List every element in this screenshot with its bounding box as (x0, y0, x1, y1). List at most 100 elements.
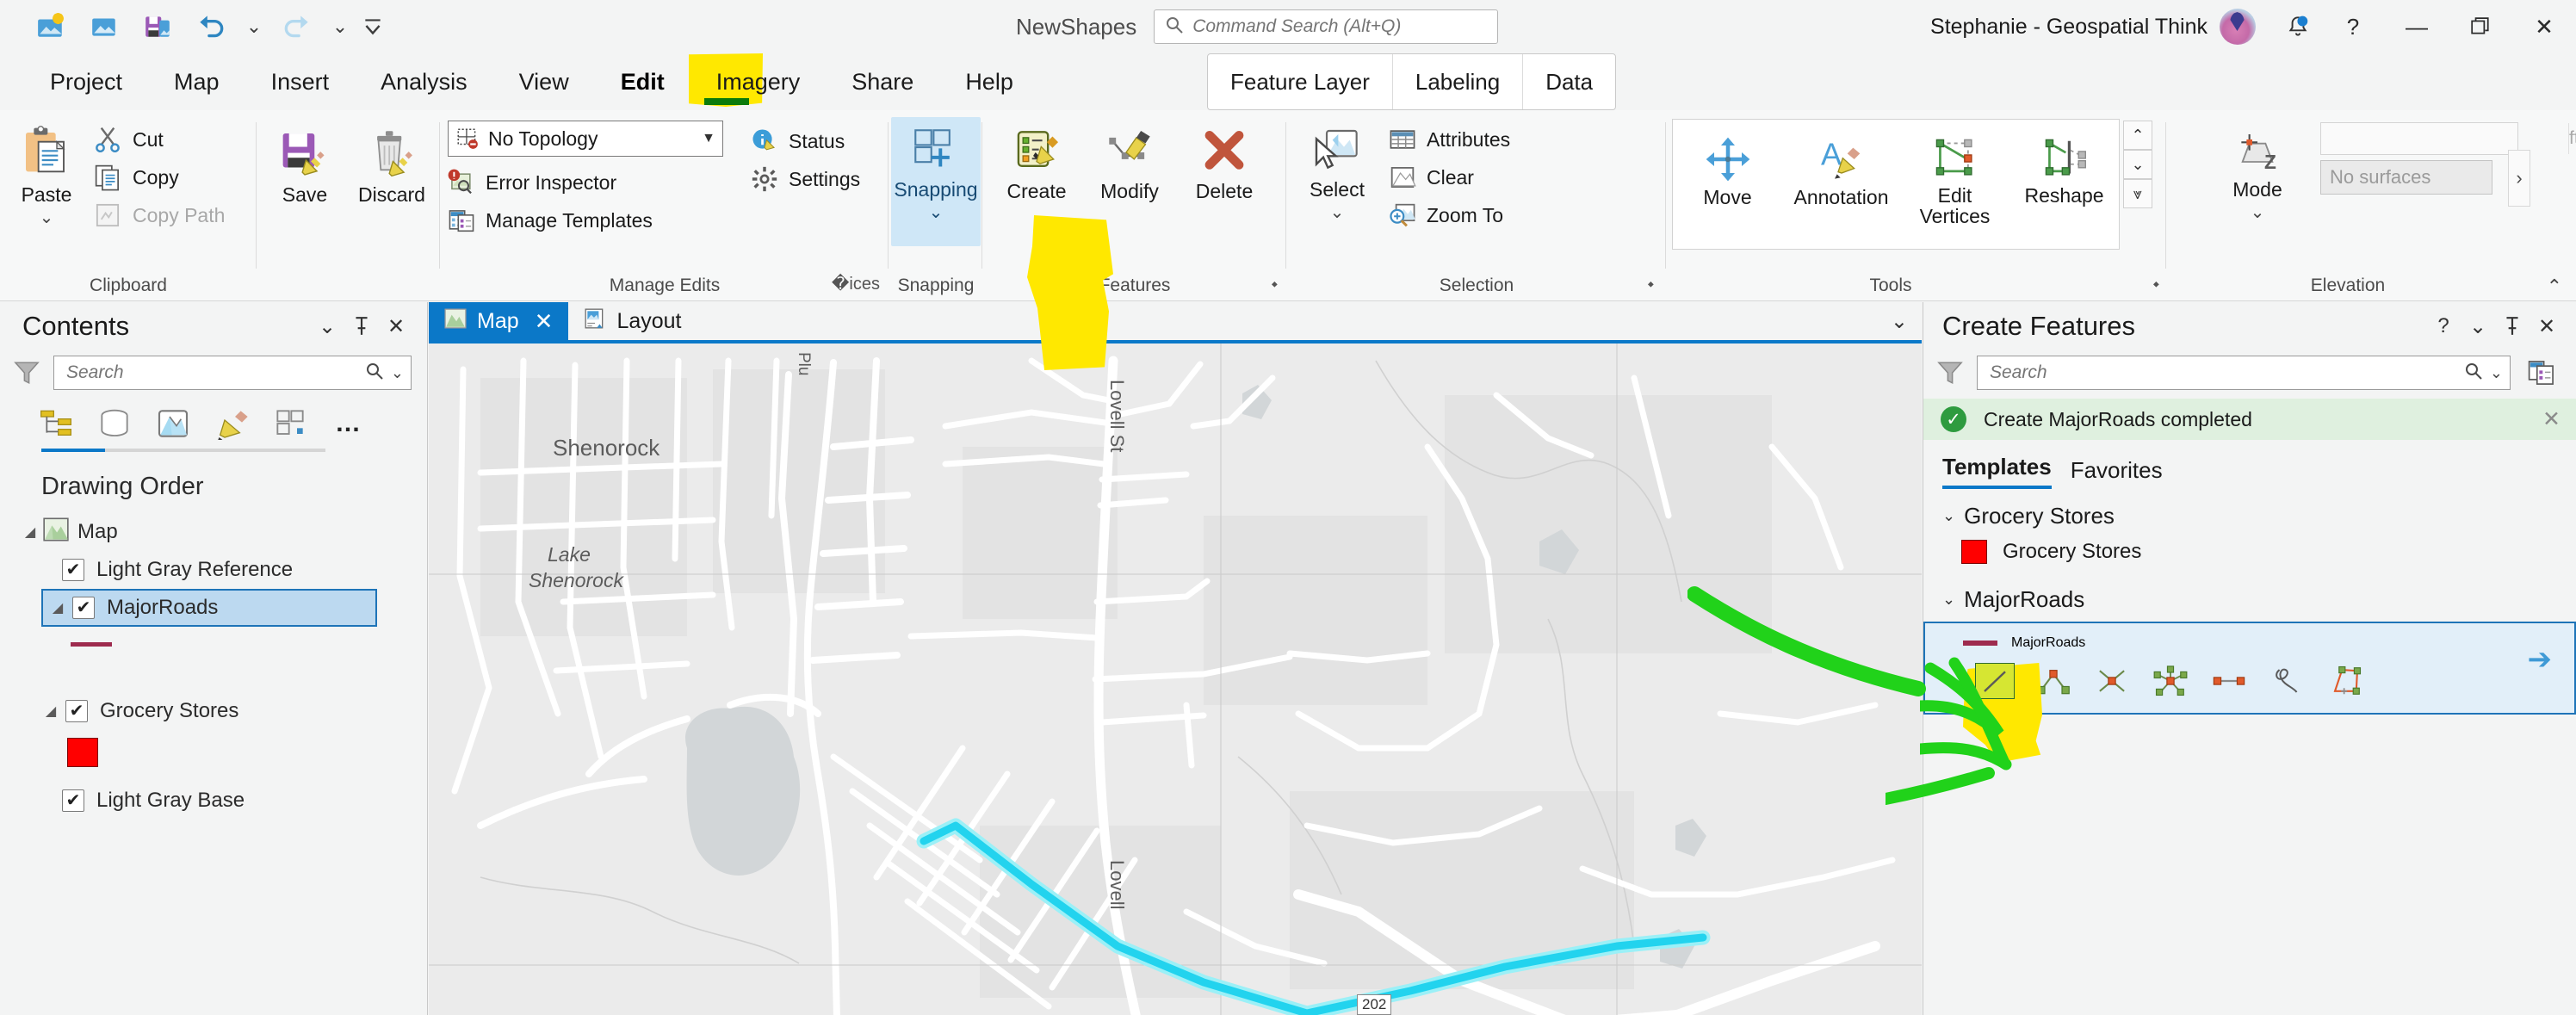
two-point-line-tool-icon[interactable] (2092, 663, 2132, 699)
ribbon-tab-project[interactable]: Project (24, 53, 148, 110)
gallery-scroll-up-icon[interactable]: ⌃ (2123, 121, 2152, 150)
chevron-down-icon[interactable]: ⌄ (1942, 591, 1955, 609)
ribbon-tab-analysis[interactable]: Analysis (355, 53, 493, 110)
create-features-button[interactable]: Create (995, 119, 1078, 201)
modify-features-button[interactable]: Modify (1085, 119, 1174, 201)
contents-close-icon[interactable]: ✕ (379, 309, 413, 343)
select-dropdown-icon[interactable]: ⌄ (1330, 201, 1345, 223)
redo-dropdown-icon[interactable]: ⌄ (324, 4, 356, 49)
snapping-button[interactable]: Snapping ⌄ (891, 117, 981, 246)
collapse-ribbon-icon[interactable]: ⌃ (2547, 275, 2562, 298)
tab-layout[interactable]: Layout (568, 302, 697, 340)
create-features-help-icon[interactable]: ? (2426, 309, 2461, 343)
ribbon-tab-insert[interactable]: Insert (245, 53, 356, 110)
segment-tool-icon[interactable] (2209, 663, 2249, 699)
list-by-drawing-order-icon[interactable] (38, 405, 74, 442)
search-options-chevron-icon[interactable]: ⌄ (2490, 364, 2503, 382)
save-edits-button[interactable]: Save (264, 119, 345, 205)
layer-visibility-checkbox[interactable]: ✔ (62, 559, 84, 581)
tab-favorites[interactable]: Favorites (2071, 457, 2163, 489)
expand-arrow-icon[interactable]: ◢ (41, 702, 60, 721)
minimize-button[interactable]: — (2385, 0, 2449, 53)
tools-gallery-scroll[interactable]: ⌃ ⌄ ⩔ (2123, 121, 2152, 208)
radial-line-tool-icon[interactable] (2151, 663, 2190, 699)
create-features-search-input[interactable] (1990, 362, 2457, 383)
snapping-dropdown-icon[interactable]: ⌄ (929, 201, 944, 223)
clear-selection-button[interactable]: Clear (1389, 158, 1510, 196)
elevation-surface-dropdown[interactable]: No surfaces (2320, 160, 2492, 195)
template-item-majorroads[interactable]: MajorRoads ➔ (1923, 622, 2576, 763)
undo-dropdown-icon[interactable]: ⌄ (238, 4, 270, 49)
create-features-close-icon[interactable]: ✕ (2530, 309, 2564, 343)
list-by-snapping-icon[interactable] (272, 405, 308, 442)
copy-button[interactable]: Copy (93, 158, 225, 196)
search-icon[interactable] (365, 362, 384, 385)
ribbon-tab-help[interactable]: Help (939, 53, 1039, 110)
features-dialog-launcher[interactable]: ⬩ (1272, 275, 1278, 294)
manage-edits-dialog-launcher[interactable]: �ices (832, 273, 880, 294)
discard-edits-button[interactable]: Discard (349, 119, 435, 205)
help-button[interactable]: ? (2321, 0, 2385, 53)
create-features-pin-icon[interactable] (2495, 309, 2530, 343)
attributes-button[interactable]: Attributes (1389, 121, 1510, 158)
layer-visibility-checkbox[interactable]: ✔ (62, 789, 84, 812)
delete-features-button[interactable]: Delete (1180, 119, 1269, 201)
template-properties-arrow-icon[interactable]: ➔ (2528, 642, 2553, 677)
filter-icon[interactable] (12, 358, 41, 387)
freehand-tool-icon[interactable] (2268, 663, 2307, 699)
list-by-selection-icon[interactable] (155, 405, 191, 442)
layer-visibility-checkbox[interactable]: ✔ (72, 597, 95, 619)
command-search-input[interactable] (1192, 16, 1488, 37)
tab-labeling[interactable]: Labeling (1391, 54, 1522, 109)
tab-data[interactable]: Data (1522, 54, 1615, 109)
list-by-editing-icon[interactable] (214, 405, 250, 442)
save-project-icon[interactable] (131, 4, 184, 49)
annotation-tool-button[interactable]: A Annotation (1786, 127, 1898, 207)
search-options-chevron-icon[interactable]: ⌄ (391, 364, 404, 382)
select-button[interactable]: Select ⌄ (1294, 119, 1380, 223)
tree-item-grocery-stores[interactable]: ◢ ✔ Grocery Stores (0, 692, 427, 730)
reshape-button[interactable]: Reshape (2013, 127, 2116, 206)
user-account-label[interactable]: Stephanie - Geospatial Think (1930, 15, 2208, 40)
gallery-scroll-down-icon[interactable]: ⌄ (2123, 150, 2152, 179)
close-button[interactable]: ✕ (2512, 0, 2576, 53)
view-tabs-menu-icon[interactable]: ⌄ (1891, 302, 1922, 340)
customize-qat-icon[interactable] (356, 4, 389, 49)
template-group-majorroads[interactable]: ⌄ MajorRoads (1923, 572, 2576, 619)
elevation-z-field[interactable]: ft (2320, 122, 2576, 155)
create-features-search-box[interactable]: ⌄ (1977, 356, 2511, 390)
trace-tool-icon[interactable] (2326, 663, 2366, 699)
move-tool-button[interactable]: Move (1676, 127, 1780, 207)
restore-button[interactable] (2449, 0, 2512, 53)
cut-button[interactable]: Cut (93, 121, 225, 158)
ribbon-tab-share[interactable]: Share (826, 53, 939, 110)
layer-visibility-checkbox[interactable]: ✔ (65, 700, 88, 722)
redo-icon[interactable] (270, 4, 324, 49)
close-tab-icon[interactable]: ✕ (535, 308, 554, 335)
open-project-icon[interactable] (77, 4, 131, 49)
paste-dropdown-icon[interactable]: ⌄ (40, 207, 54, 228)
elevation-more-icon[interactable]: › (2508, 150, 2530, 207)
gallery-expand-icon[interactable]: ⩔ (2123, 179, 2152, 208)
undo-icon[interactable] (184, 4, 238, 49)
topology-dropdown[interactable]: No Topology ▼ (448, 121, 723, 157)
selection-dialog-launcher[interactable]: ⬩ (1648, 275, 1654, 294)
chevron-down-icon[interactable]: ▼ (702, 131, 715, 146)
edit-vertices-button[interactable]: Edit Vertices (1904, 127, 2007, 226)
paste-button[interactable]: Paste ⌄ (5, 117, 88, 228)
line-tool-icon[interactable] (1975, 663, 2015, 699)
list-by-data-source-icon[interactable] (96, 405, 133, 442)
tab-templates[interactable]: Templates (1942, 454, 2052, 489)
manage-templates-button[interactable]: Manage Templates (448, 201, 653, 239)
error-inspector-button[interactable]: Error Inspector (448, 164, 653, 201)
dismiss-message-icon[interactable]: ✕ (2542, 406, 2561, 432)
ribbon-tab-edit[interactable]: Edit (595, 53, 690, 110)
expand-arrow-icon[interactable]: ◢ (21, 523, 40, 542)
tab-map[interactable]: Map ✕ (429, 302, 569, 340)
template-group-grocery-stores[interactable]: ⌄ Grocery Stores (1923, 489, 2576, 529)
tree-item-map[interactable]: ◢ Map (0, 513, 427, 551)
contents-search-box[interactable]: ⌄ (53, 356, 412, 390)
settings-button[interactable]: Settings (751, 160, 860, 198)
filter-icon[interactable] (1935, 358, 1965, 387)
search-icon[interactable] (2464, 362, 2483, 385)
